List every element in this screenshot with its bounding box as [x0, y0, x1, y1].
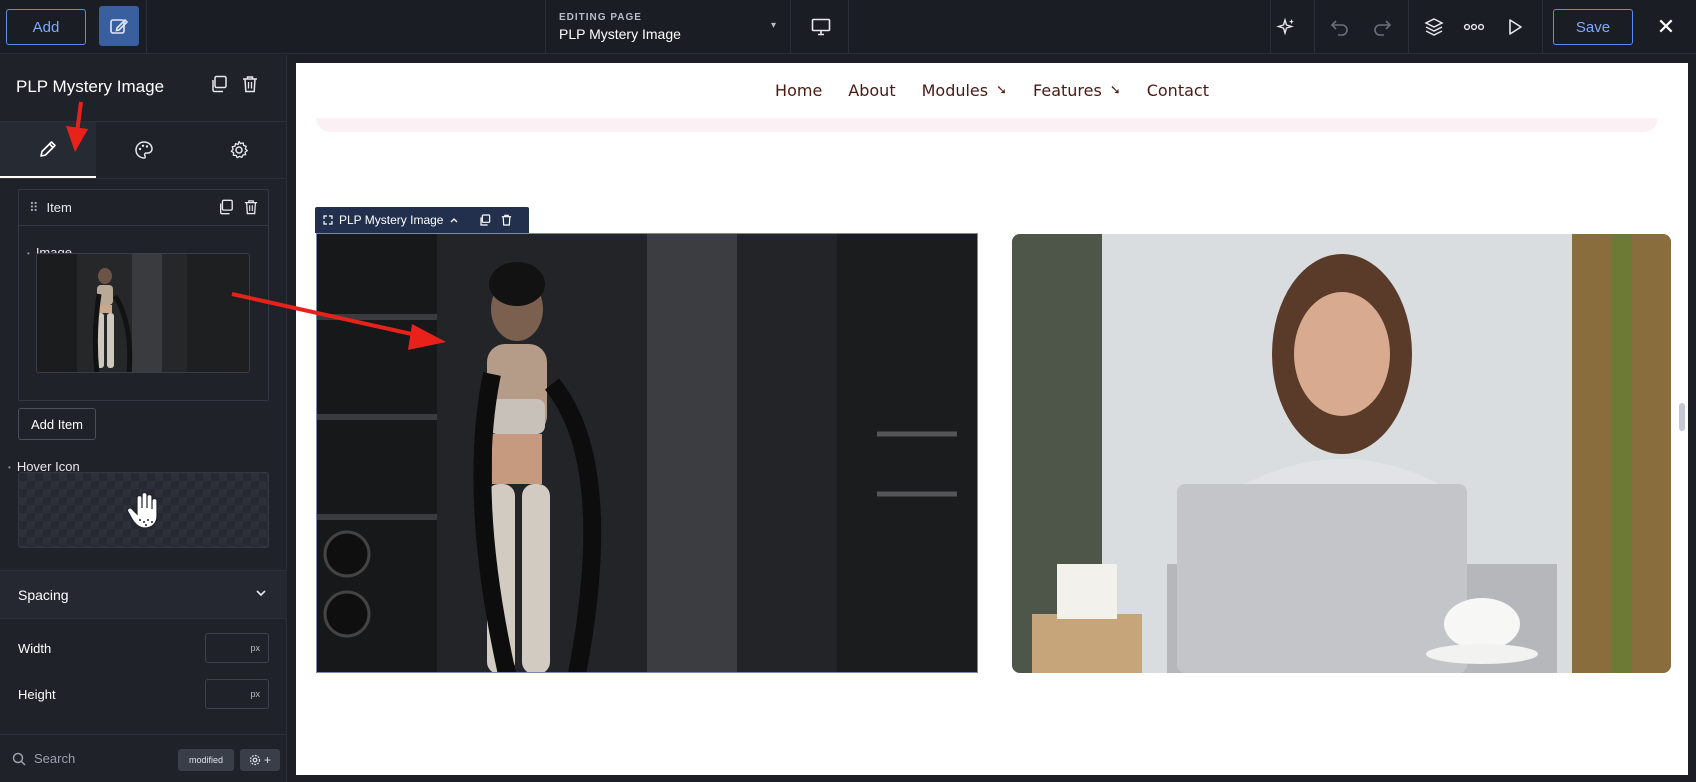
- repeater-item: ⠿ Item Image: [18, 189, 269, 401]
- selected-module-tag[interactable]: PLP Mystery Image: [315, 207, 529, 233]
- layers-icon: [1424, 18, 1444, 36]
- gear-icon: [249, 754, 261, 766]
- page-selector[interactable]: EDITING PAGE PLP Mystery Image ▾: [545, 0, 790, 54]
- edit-mode-button[interactable]: [99, 6, 139, 46]
- trash-icon[interactable]: [242, 75, 258, 93]
- dropdown-arrow-icon: ➘: [1109, 83, 1121, 98]
- modified-filter-badge[interactable]: modified: [178, 749, 234, 771]
- item-header[interactable]: ⠿ Item: [19, 190, 268, 226]
- close-editor-button[interactable]: ✕: [1651, 12, 1681, 42]
- palette-icon: [134, 141, 153, 159]
- play-icon: [1509, 19, 1522, 35]
- height-label: Height: [18, 687, 56, 702]
- spacing-section-toggle[interactable]: Spacing: [0, 570, 287, 619]
- gym-photo-thumbnail: [37, 254, 249, 372]
- more-dots-icon: [1463, 23, 1485, 31]
- unit-label: px: [250, 643, 260, 653]
- expand-icon[interactable]: [323, 215, 333, 225]
- chevron-down-icon: [256, 590, 266, 597]
- width-label: Width: [18, 641, 52, 656]
- nav-label: Contact: [1146, 81, 1209, 100]
- office-photo: [1012, 234, 1671, 673]
- module-actions: [210, 75, 258, 93]
- divider: [848, 0, 849, 54]
- preview-button[interactable]: [1500, 12, 1530, 42]
- item-actions: [218, 199, 258, 215]
- undo-icon: [1330, 20, 1348, 36]
- nav-item-about[interactable]: About: [848, 81, 895, 100]
- plus-icon: +: [263, 753, 271, 767]
- sparkle-icon: [1276, 17, 1294, 36]
- image-thumbnail[interactable]: [36, 253, 250, 373]
- close-icon: ✕: [1656, 14, 1676, 39]
- panel-tabs: [0, 121, 287, 179]
- nav-item-modules[interactable]: Modules ➘: [922, 81, 1007, 100]
- save-button[interactable]: Save: [1553, 9, 1633, 45]
- duplicate-icon[interactable]: [218, 199, 234, 215]
- caret-down-icon: ▾: [770, 20, 776, 31]
- divider: [1314, 0, 1315, 54]
- gym-photo: [317, 234, 977, 672]
- tab-design[interactable]: [96, 122, 192, 178]
- pencil-square-icon: [110, 18, 129, 34]
- drag-handle-icon[interactable]: ⠿: [29, 200, 38, 216]
- page-canvas: Home About Modules ➘ Features ➘ Contact …: [296, 63, 1688, 775]
- hover-icon-picker[interactable]: [18, 472, 269, 548]
- more-options-button[interactable]: [1459, 12, 1489, 42]
- selected-module-name: PLP Mystery Image: [339, 213, 444, 227]
- spacing-label: Spacing: [18, 586, 69, 603]
- nav-label: Modules: [921, 81, 989, 100]
- trash-icon[interactable]: [244, 199, 258, 215]
- settings-panel: PLP Mystery Image ⠿ Item • Add Item • Ho…: [0, 55, 287, 782]
- divider: [146, 0, 147, 54]
- divider: [1408, 0, 1409, 54]
- desktop-view-button[interactable]: [806, 12, 836, 42]
- monitor-icon: [811, 18, 831, 36]
- tab-settings[interactable]: [191, 122, 287, 178]
- item-label: Item: [46, 200, 72, 215]
- nav-label: About: [848, 81, 896, 100]
- ai-sparkle-button[interactable]: [1271, 12, 1301, 42]
- office-woman-image[interactable]: [1012, 234, 1671, 673]
- header-decoration: [316, 118, 1658, 132]
- site-nav: Home About Modules ➘ Features ➘ Contact: [296, 63, 1688, 118]
- duplicate-icon[interactable]: [479, 214, 491, 226]
- top-toolbar: Add EDITING PAGE PLP Mystery Image ▾ Sav…: [0, 0, 1696, 54]
- redo-button[interactable]: [1367, 12, 1397, 42]
- nav-item-features[interactable]: Features ➘: [1033, 81, 1121, 100]
- search-placeholder: Search: [34, 751, 76, 766]
- search-icon: [12, 752, 26, 766]
- duplicate-icon[interactable]: [210, 75, 228, 93]
- add-button[interactable]: Add: [6, 9, 86, 45]
- gym-woman-image[interactable]: [316, 233, 978, 673]
- height-input[interactable]: px: [205, 679, 269, 709]
- add-item-button[interactable]: Add Item: [18, 408, 96, 440]
- editing-page-label: EDITING PAGE: [559, 12, 642, 23]
- nav-label: Features: [1033, 81, 1102, 100]
- width-input[interactable]: px: [205, 633, 269, 663]
- divider: [1542, 0, 1543, 54]
- editing-page-value: PLP Mystery Image: [559, 26, 681, 42]
- tab-content[interactable]: [0, 122, 96, 178]
- resize-handle[interactable]: [1679, 403, 1685, 431]
- divider: [790, 0, 791, 54]
- hand-cursor-icon: [126, 491, 158, 529]
- pencil-icon: [40, 141, 56, 157]
- filter-settings-button[interactable]: +: [240, 749, 280, 771]
- nav-label: Home: [775, 81, 823, 100]
- trash-icon[interactable]: [501, 214, 512, 226]
- undo-button[interactable]: [1325, 12, 1355, 42]
- module-title: PLP Mystery Image: [16, 77, 165, 96]
- nav-item-home[interactable]: Home: [775, 81, 822, 100]
- dropdown-arrow-icon: ➘: [996, 83, 1008, 98]
- chevron-up-icon[interactable]: [449, 215, 459, 225]
- redo-icon: [1374, 20, 1392, 36]
- gear-icon: [230, 140, 249, 159]
- layers-button[interactable]: [1419, 12, 1449, 42]
- unit-label: px: [250, 689, 260, 699]
- nav-item-contact[interactable]: Contact: [1147, 81, 1209, 100]
- panel-search[interactable]: Search modified +: [0, 734, 287, 782]
